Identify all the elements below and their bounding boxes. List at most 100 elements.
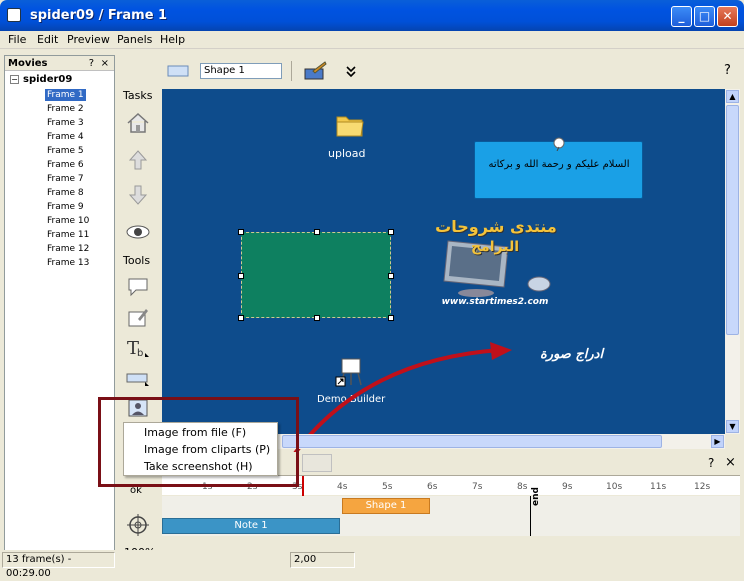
toolbar-help-icon[interactable]: ? (724, 63, 731, 78)
resize-handle[interactable] (388, 229, 394, 235)
crosshair-icon (127, 514, 149, 536)
rectangle-tool[interactable] (125, 365, 151, 391)
resize-handle[interactable] (238, 315, 244, 321)
pin-icon (553, 137, 565, 151)
ruler-tick: 12s (694, 482, 711, 492)
resize-handle[interactable] (238, 229, 244, 235)
text-tool[interactable]: Tb (125, 335, 151, 361)
rectangle-icon (126, 373, 149, 386)
resize-handle[interactable] (314, 315, 320, 321)
status-value: 2,00 (290, 552, 355, 568)
timeline-tab[interactable] (302, 454, 332, 472)
selected-rectangle-shape[interactable] (238, 229, 394, 321)
shape-name-field[interactable]: Shape 1 (200, 63, 282, 79)
resize-handle[interactable] (388, 273, 394, 279)
status-frame-count: 13 frame(s) - 00:29.00 (2, 552, 115, 579)
svg-text:b: b (137, 348, 143, 359)
tree-frame-item[interactable]: Frame 5 (45, 145, 86, 157)
close-panel-icon[interactable]: × (101, 56, 109, 71)
minimize-button[interactable]: _ (671, 6, 692, 27)
highlight-box (98, 397, 299, 487)
object-toolbar: Shape 1 ? (163, 58, 741, 86)
arrow-up-icon (128, 150, 148, 170)
timeline-close-icon[interactable]: × (725, 455, 736, 470)
vertical-scroll-thumb[interactable] (726, 105, 739, 335)
tree-frame-item[interactable]: Frame 3 (45, 117, 86, 129)
logo-title: منتدى شروحات (435, 217, 557, 236)
menu-edit[interactable]: Edit (37, 33, 58, 46)
arrow-down-icon (128, 185, 148, 205)
resize-handle[interactable] (314, 229, 320, 235)
scroll-up-icon[interactable]: ▲ (726, 90, 739, 103)
help-icon[interactable]: ? (89, 56, 94, 71)
home-button[interactable] (125, 110, 151, 136)
timeline-bar-shape[interactable]: Shape 1 (342, 498, 430, 514)
close-button[interactable]: ✕ (717, 6, 738, 27)
logo-url: www.startimes2.com (441, 297, 549, 307)
tree-frame-item[interactable]: Frame 4 (45, 131, 86, 143)
title-bar: spider09 / Frame 1 _ □ ✕ (0, 0, 744, 31)
tree-frame-item[interactable]: Frame 10 (45, 215, 91, 227)
note-tool[interactable] (125, 304, 151, 330)
ruler-tick: 7s (472, 482, 483, 492)
app-icon (7, 8, 21, 22)
menu-file[interactable]: File (8, 33, 26, 46)
timeline-tracks: Shape 1 Note 1 end (162, 487, 740, 536)
tree-root[interactable]: − spider09 (10, 74, 72, 85)
tree-frame-item[interactable]: Frame 6 (45, 159, 86, 171)
tree-frame-item[interactable]: Frame 8 (45, 187, 86, 199)
canvas-vertical-scrollbar[interactable]: ▲ ▼ (725, 89, 740, 434)
chevron-double-down-icon (346, 66, 356, 78)
tree-frame-item[interactable]: Frame 1 (45, 89, 86, 101)
maximize-button[interactable]: □ (694, 6, 715, 27)
folder-icon (336, 116, 364, 137)
tools-label: Tools (123, 254, 151, 267)
ruler-tick: 6s (427, 482, 438, 492)
text-icon: Tb (127, 338, 149, 359)
ruler-tick: 4s (337, 482, 348, 492)
ruler-tick: 8s (517, 482, 528, 492)
folder-label: upload (328, 147, 366, 160)
target-tool[interactable] (125, 512, 151, 538)
status-bar: 13 frame(s) - 00:29.00 2,00 (0, 550, 744, 579)
paint-brush-icon (304, 61, 327, 80)
menu-help[interactable]: Help (160, 33, 185, 46)
tasks-label: Tasks (123, 89, 153, 102)
preview-button[interactable] (125, 219, 151, 245)
ruler-tick: 5s (382, 482, 393, 492)
end-label: end (531, 487, 541, 506)
annotation-arrow (288, 342, 512, 462)
tree-frame-item[interactable]: Frame 13 (45, 257, 91, 269)
move-down-button[interactable] (125, 182, 151, 208)
collapse-icon[interactable]: − (10, 75, 19, 84)
menu-bar: File Edit Preview Panels Help (0, 31, 744, 49)
tree-frame-item[interactable]: Frame 12 (45, 243, 91, 255)
tree-frame-item[interactable]: Frame 11 (45, 229, 91, 241)
timeline-bar-note[interactable]: Note 1 (162, 518, 340, 534)
scroll-down-icon[interactable]: ▼ (726, 420, 739, 433)
resize-handle[interactable] (388, 315, 394, 321)
scroll-right-icon[interactable]: ▶ (711, 435, 724, 448)
ruler-tick: 9s (562, 482, 573, 492)
speech-bubble-icon (128, 278, 148, 297)
minimize-icon: _ (678, 9, 685, 23)
menu-preview[interactable]: Preview (67, 33, 110, 46)
toolbar-separator (291, 61, 292, 81)
tree-frame-item[interactable]: Frame 7 (45, 173, 86, 185)
eye-icon (126, 225, 150, 239)
menu-panels[interactable]: Panels (117, 33, 152, 46)
horizontal-scroll-thumb[interactable] (282, 435, 662, 448)
movies-panel: Movies ? × − spider09 Frame 1 Frame 2 Fra… (4, 55, 115, 568)
tree-frame-item[interactable]: Frame 2 (45, 103, 86, 115)
movie-name: spider09 (23, 74, 73, 85)
ruler-tick: 11s (650, 482, 667, 492)
playhead[interactable] (302, 476, 304, 496)
tree-frame-item[interactable]: Frame 9 (45, 201, 86, 213)
resize-handle[interactable] (238, 273, 244, 279)
annotation-text: ادراج صورة (540, 347, 604, 362)
timeline-help-icon[interactable]: ? (708, 456, 714, 470)
move-up-button[interactable] (125, 147, 151, 173)
close-icon: ✕ (722, 9, 733, 23)
callout-tool[interactable] (125, 274, 151, 300)
callout-text: السلام عليكم و رحمة الله و بركاته (488, 159, 630, 170)
